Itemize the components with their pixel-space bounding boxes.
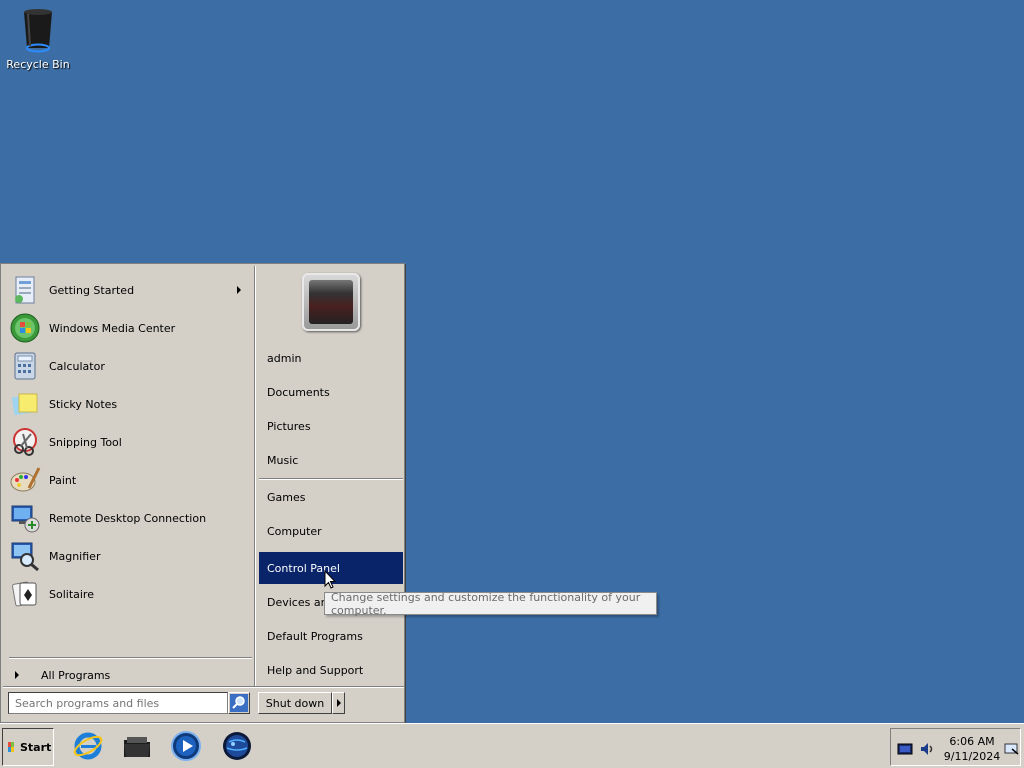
media-player-icon[interactable] <box>170 730 202 762</box>
place-label: Music <box>267 453 299 467</box>
network-globe-icon[interactable] <box>221 730 253 762</box>
place-games[interactable]: Games <box>259 481 403 513</box>
paint-icon <box>10 467 41 492</box>
program-paint[interactable]: Paint <box>9 462 249 498</box>
places-separator <box>259 478 403 480</box>
program-remote-desktop-connection[interactable]: Remote Desktop Connection <box>9 500 249 536</box>
places-pane: admin Documents Pictures Music Games Com… <box>257 266 403 686</box>
internet-explorer-icon[interactable] <box>72 730 104 762</box>
solitaire-icon <box>12 581 37 607</box>
show-desktop-icon[interactable] <box>1004 742 1020 756</box>
place-music[interactable]: Music <box>259 444 403 476</box>
recycle-bin-label: Recycle Bin <box>6 58 70 71</box>
recycle-bin-shortcut[interactable]: Recycle Bin <box>4 4 72 71</box>
place-computer[interactable]: Computer <box>259 515 403 547</box>
place-label: Pictures <box>267 419 311 433</box>
programs-pane: Getting Started Windows Media Center Cal… <box>3 266 254 684</box>
start-label: Start <box>20 740 52 754</box>
place-admin[interactable]: admin <box>259 342 403 374</box>
place-documents[interactable]: Documents <box>259 376 403 408</box>
submenu-arrow-icon <box>237 286 241 294</box>
calculator-icon <box>14 352 36 380</box>
program-snipping-tool[interactable]: Snipping Tool <box>9 424 249 460</box>
place-help-and-support[interactable]: Help and Support <box>259 654 403 686</box>
search-icon <box>230 694 248 712</box>
program-label: Windows Media Center <box>49 321 176 335</box>
program-calculator[interactable]: Calculator <box>9 348 249 384</box>
place-label: Default Programs <box>267 629 363 643</box>
media-center-icon <box>10 313 40 343</box>
shutdown-options-button[interactable] <box>332 692 345 714</box>
place-label: Games <box>267 490 306 504</box>
all-programs-label: All Programs <box>41 668 111 682</box>
control-panel-tooltip: Change settings and customize the functi… <box>324 590 657 617</box>
program-label: Snipping Tool <box>49 435 122 449</box>
place-label: Documents <box>267 385 330 399</box>
bottom-separator <box>3 686 404 688</box>
expand-arrow-icon <box>15 671 19 679</box>
shutdown-button[interactable]: Shut down <box>258 692 332 714</box>
place-default-programs[interactable]: Default Programs <box>259 620 403 652</box>
pane-divider <box>254 266 256 686</box>
tooltip-text: Change settings and customize the functi… <box>331 590 641 617</box>
clock-time[interactable]: 6:06 AM <box>939 735 1005 748</box>
place-label: Help and Support <box>267 663 364 677</box>
recycle-bin-icon <box>24 9 52 53</box>
search-button[interactable] <box>228 692 250 714</box>
program-magnifier[interactable]: Magnifier <box>9 538 249 574</box>
program-solitaire[interactable]: Solitaire <box>9 576 249 612</box>
search-input[interactable] <box>8 692 228 714</box>
program-windows-media-center[interactable]: Windows Media Center <box>9 310 249 346</box>
program-label: Solitaire <box>49 587 94 601</box>
snipping-tool-icon <box>13 428 37 456</box>
clock-date[interactable]: 9/11/2024 <box>939 750 1005 763</box>
program-label: Paint <box>49 473 77 487</box>
program-label: Magnifier <box>49 549 101 563</box>
windows-logo-icon <box>8 742 14 752</box>
all-programs-button[interactable]: All Programs <box>9 664 252 686</box>
program-getting-started[interactable]: Getting Started <box>9 272 249 308</box>
start-menu: Getting Started Windows Media Center Cal… <box>0 263 405 723</box>
programs-separator <box>9 657 252 659</box>
program-label: Sticky Notes <box>49 397 118 411</box>
sticky-notes-icon <box>11 393 38 416</box>
explorer-folder-icon[interactable] <box>121 730 153 762</box>
program-label: Remote Desktop Connection <box>49 511 207 525</box>
shutdown-label: Shut down <box>265 696 325 710</box>
place-label: admin <box>267 351 302 365</box>
program-label: Calculator <box>49 359 105 373</box>
place-pictures[interactable]: Pictures <box>259 410 403 442</box>
program-label: Getting Started <box>49 283 135 297</box>
system-tray: 6:06 AM 9/11/2024 <box>890 728 1021 766</box>
action-center-icon[interactable] <box>897 742 913 756</box>
magnifier-icon <box>11 542 39 572</box>
place-label: Computer <box>267 524 322 538</box>
program-sticky-notes[interactable]: Sticky Notes <box>9 386 249 422</box>
volume-icon[interactable] <box>919 742 935 756</box>
start-button[interactable]: Start <box>2 728 54 766</box>
user-picture-image <box>309 280 353 324</box>
getting-started-icon <box>15 276 35 304</box>
remote-desktop-icon <box>11 505 40 533</box>
taskbar: Start 6:06 AM 9/11/2024 <box>0 723 1024 768</box>
user-avatar[interactable] <box>302 273 360 331</box>
mouse-cursor-icon <box>324 570 336 589</box>
